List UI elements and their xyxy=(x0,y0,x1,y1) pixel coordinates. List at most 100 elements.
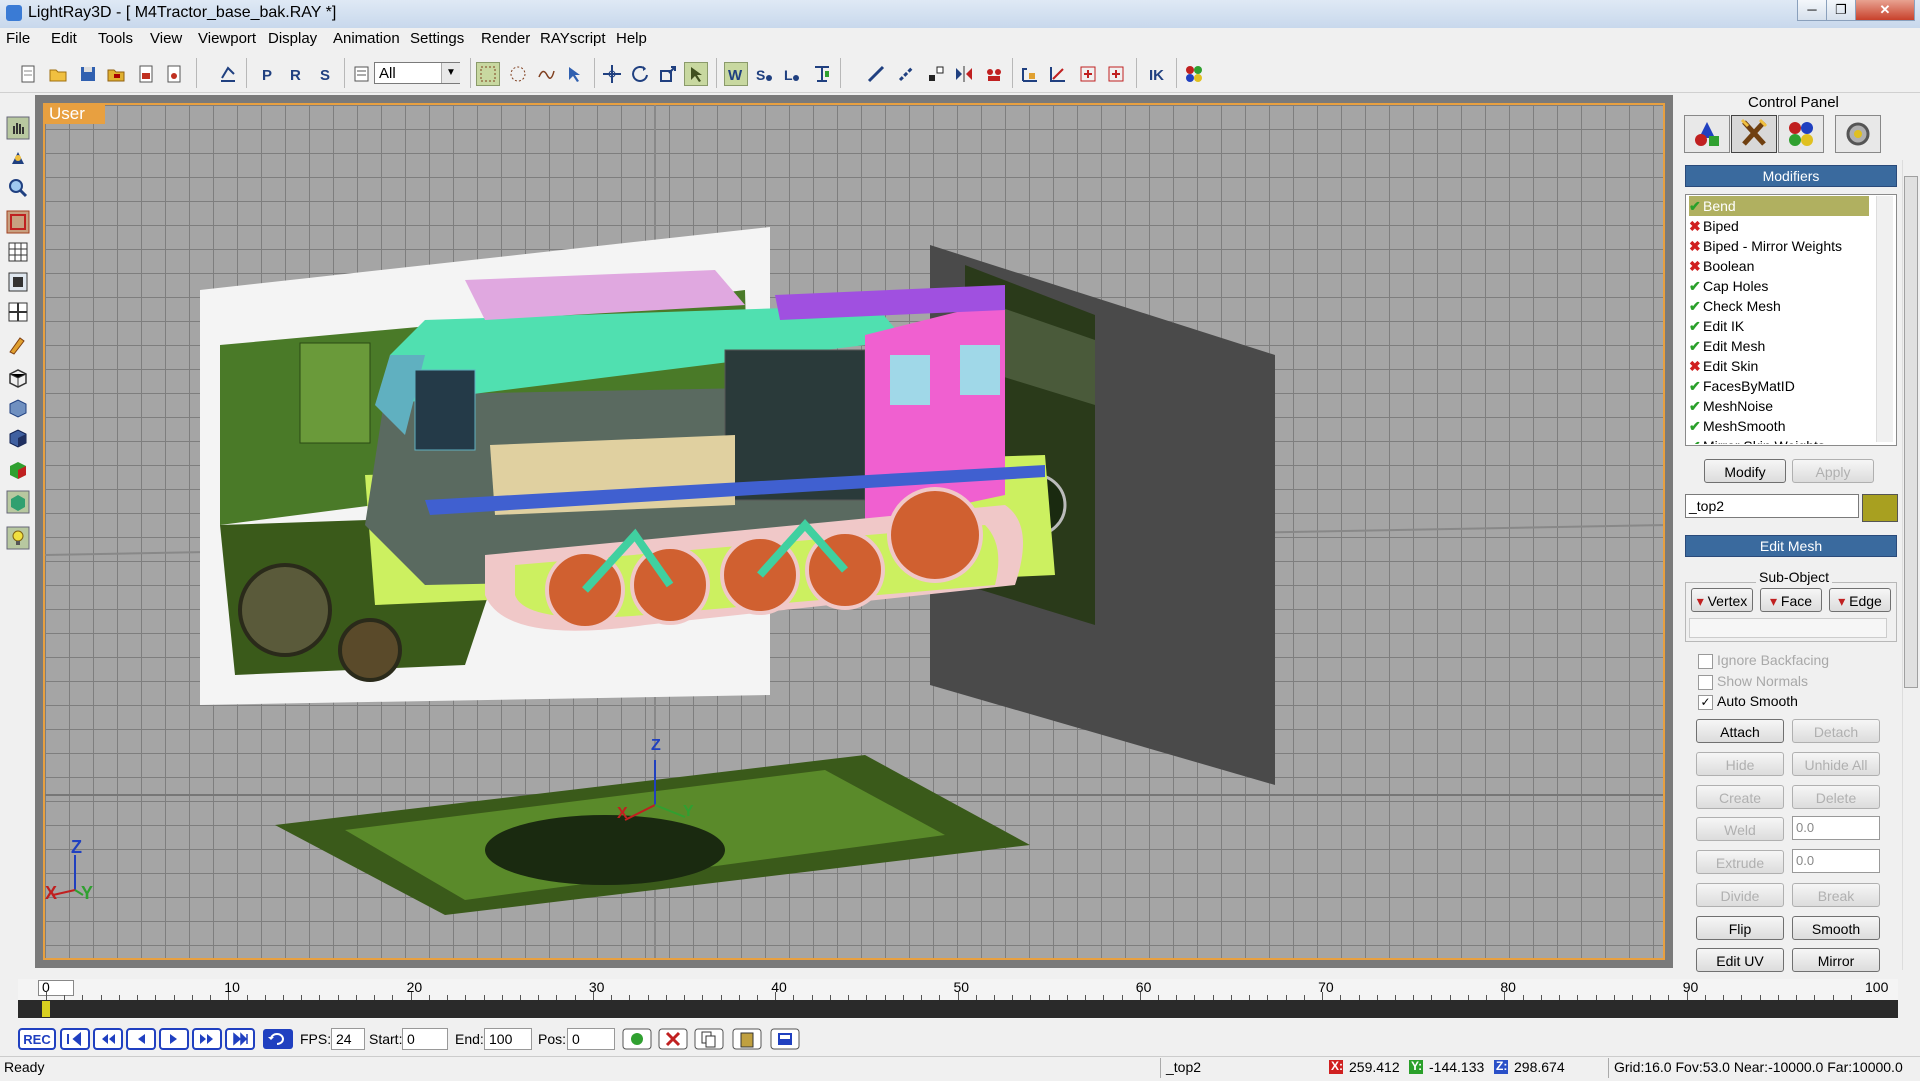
menu-viewport[interactable]: Viewport xyxy=(198,28,256,50)
modifier-item[interactable]: ✔ Edit Mesh xyxy=(1689,336,1869,356)
delete-button[interactable]: Delete xyxy=(1792,785,1880,809)
previous-frame-icon[interactable] xyxy=(126,1028,156,1050)
cross-icon[interactable]: ✖ xyxy=(1689,356,1703,376)
modifier-item[interactable]: ✔ Cap Holes xyxy=(1689,276,1869,296)
zoom-region-icon[interactable] xyxy=(6,210,30,234)
snap-angle-icon[interactable] xyxy=(1018,62,1042,86)
flip-button[interactable]: Flip xyxy=(1696,916,1784,940)
create-button[interactable]: Create xyxy=(1696,785,1784,809)
check-icon[interactable]: ✔ xyxy=(1689,296,1703,316)
modifier-item[interactable]: ✔ Check Mesh xyxy=(1689,296,1869,316)
face-button[interactable]: ▾ Face xyxy=(1760,588,1822,612)
viewport-3d[interactable]: Z X Y Z X Y xyxy=(43,103,1665,960)
check-icon[interactable]: ✔ xyxy=(1689,276,1703,296)
rotate-icon[interactable] xyxy=(628,62,652,86)
smooth-button[interactable]: Smooth xyxy=(1792,916,1880,940)
export-icon[interactable] xyxy=(162,62,186,86)
cube-shaded-icon[interactable] xyxy=(6,426,30,450)
snap-plus-icon[interactable] xyxy=(1076,62,1100,86)
move-icon[interactable] xyxy=(600,62,624,86)
orbit-icon[interactable] xyxy=(6,146,30,170)
start-field[interactable]: 0 xyxy=(402,1028,448,1050)
paint-icon[interactable] xyxy=(6,332,30,356)
timeline-track[interactable] xyxy=(18,1000,1898,1018)
extrude-button[interactable]: Extrude xyxy=(1696,850,1784,874)
show-normals-checkbox[interactable] xyxy=(1698,675,1713,690)
material-editor-icon[interactable] xyxy=(1182,62,1206,86)
control-panel-scroll-thumb[interactable] xyxy=(1904,176,1918,688)
record-button[interactable]: REC xyxy=(18,1028,56,1050)
modifier-list-scrollbar[interactable] xyxy=(1876,196,1893,442)
merge-icon[interactable] xyxy=(134,62,158,86)
unhide-all-button[interactable]: Unhide All xyxy=(1792,752,1880,776)
object-name-field[interactable]: _top2 xyxy=(1685,494,1859,518)
save-icon[interactable] xyxy=(76,62,100,86)
chevron-down-icon[interactable]: ▼ xyxy=(441,63,460,83)
layout-icon[interactable] xyxy=(6,300,30,324)
snap-point-icon[interactable] xyxy=(1104,62,1128,86)
weld-threshold-field[interactable]: 0.0 xyxy=(1792,816,1880,840)
select-region-icon[interactable] xyxy=(476,62,500,86)
object-color-swatch[interactable] xyxy=(1862,494,1898,522)
auto-smooth-checkbox[interactable]: ✓ xyxy=(1698,695,1713,710)
maximize-button[interactable]: ❐ xyxy=(1826,0,1856,21)
check-icon[interactable]: ✔ xyxy=(1689,436,1703,444)
menu-file[interactable]: File xyxy=(6,28,30,50)
edit-uv-button[interactable]: Edit UV xyxy=(1696,948,1784,972)
go-to-end-icon[interactable] xyxy=(225,1028,255,1050)
menu-animation[interactable]: Animation xyxy=(333,28,400,50)
new-file-icon[interactable] xyxy=(16,62,40,86)
next-key-icon[interactable] xyxy=(192,1028,222,1050)
align-tool-icon[interactable] xyxy=(810,62,834,86)
check-icon[interactable]: ✔ xyxy=(1689,376,1703,396)
hide-button[interactable]: Hide xyxy=(1696,752,1784,776)
modifier-item[interactable]: ✔ MeshNoise xyxy=(1689,396,1869,416)
menu-help[interactable]: Help xyxy=(616,28,647,50)
cube-outline-icon[interactable] xyxy=(6,366,30,390)
tape-measure-icon[interactable] xyxy=(864,62,888,86)
modifier-item[interactable]: ✖ Biped - Mirror Weights xyxy=(1689,236,1869,256)
modifier-item[interactable]: ✖ Boolean xyxy=(1689,256,1869,276)
previous-key-icon[interactable] xyxy=(93,1028,123,1050)
select-lasso-icon[interactable] xyxy=(534,62,558,86)
menu-tools[interactable]: Tools xyxy=(98,28,133,50)
edge-button[interactable]: ▾ Edge xyxy=(1829,588,1891,612)
parent-coords-icon[interactable]: L xyxy=(780,62,804,86)
play-icon[interactable] xyxy=(159,1028,189,1050)
ignore-backfacing-checkbox[interactable] xyxy=(1698,654,1713,669)
add-key-icon[interactable] xyxy=(622,1028,652,1050)
link-icon[interactable] xyxy=(684,62,708,86)
pos-field[interactable]: 0 xyxy=(567,1028,615,1050)
unlink-tool-icon[interactable] xyxy=(924,62,948,86)
menu-rayscript[interactable]: RAYscript xyxy=(540,28,606,50)
ik-tool-icon[interactable]: IK xyxy=(1146,62,1170,86)
grid-icon[interactable] xyxy=(6,240,30,264)
menu-render[interactable]: Render xyxy=(481,28,530,50)
minimize-button[interactable]: ─ xyxy=(1797,0,1827,21)
check-icon[interactable]: ✔ xyxy=(1689,396,1703,416)
snap-grid-icon[interactable] xyxy=(1046,62,1070,86)
go-to-start-icon[interactable] xyxy=(60,1028,90,1050)
cross-icon[interactable]: ✖ xyxy=(1689,216,1703,236)
check-icon[interactable]: ✔ xyxy=(1689,416,1703,436)
utilities-icon[interactable] xyxy=(1835,115,1881,153)
modify-tools-icon[interactable] xyxy=(1731,115,1777,153)
extrude-amount-field[interactable]: 0.0 xyxy=(1792,849,1880,873)
menu-display[interactable]: Display xyxy=(268,28,317,50)
cross-icon[interactable]: ✖ xyxy=(1689,236,1703,256)
check-icon[interactable]: ✔ xyxy=(1689,316,1703,336)
subobject-slider[interactable] xyxy=(1689,618,1887,638)
close-button[interactable]: ✕ xyxy=(1855,0,1915,21)
array-icon[interactable] xyxy=(982,62,1006,86)
path-s-icon[interactable]: S xyxy=(314,62,338,86)
detach-button[interactable]: Detach xyxy=(1792,719,1880,743)
open-folder-icon[interactable] xyxy=(46,62,70,86)
vertex-button[interactable]: ▾ Vertex xyxy=(1691,588,1753,612)
cross-icon[interactable]: ✖ xyxy=(1689,256,1703,276)
loop-icon[interactable] xyxy=(262,1028,294,1050)
cube-color-icon[interactable] xyxy=(6,458,30,482)
create-shapes-icon[interactable] xyxy=(1684,115,1730,153)
modify-button[interactable]: Modify xyxy=(1704,459,1786,483)
path-r-icon[interactable]: R xyxy=(284,62,308,86)
cube-textured-icon[interactable] xyxy=(6,490,30,514)
